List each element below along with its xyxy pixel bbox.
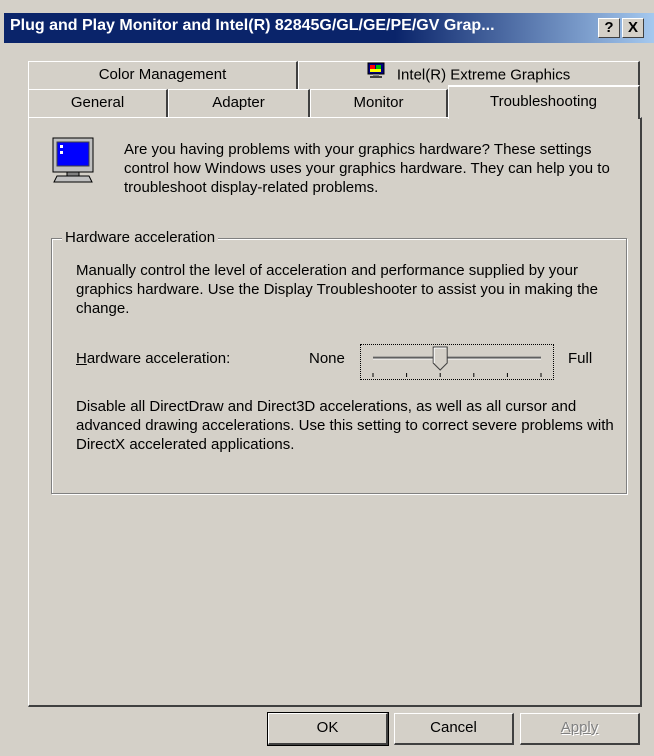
apply-button[interactable]: Apply xyxy=(520,713,640,745)
intel-graphics-icon xyxy=(367,62,387,89)
tab-label: General xyxy=(70,94,125,111)
hardware-acceleration-group: Hardware acceleration Manually control t… xyxy=(51,228,627,494)
tab-color-management[interactable]: Color Management xyxy=(28,61,298,89)
slider-min-label: None xyxy=(309,350,345,367)
display-properties-dialog: Plug and Play Monitor and Intel(R) 82845… xyxy=(0,0,654,756)
monitor-icon xyxy=(51,136,95,190)
acceleration-level-description: Disable all DirectDraw and Direct3D acce… xyxy=(76,398,614,453)
slider-thumb xyxy=(432,346,448,371)
ok-button[interactable]: OK xyxy=(267,712,389,746)
window-title: Plug and Play Monitor and Intel(R) 82845… xyxy=(10,17,495,34)
close-button[interactable]: X xyxy=(622,18,644,38)
title-bar[interactable]: Plug and Play Monitor and Intel(R) 82845… xyxy=(4,13,654,43)
tab-label: Troubleshooting xyxy=(489,93,597,110)
tab-label: Monitor xyxy=(353,94,404,111)
group-description: Manually control the level of accelerati… xyxy=(76,262,598,317)
tab-troubleshooting[interactable]: Troubleshooting xyxy=(448,85,640,119)
help-button[interactable]: ? xyxy=(598,18,620,38)
tab-label: Color Management xyxy=(98,66,227,83)
cancel-button[interactable]: Cancel xyxy=(394,713,514,745)
tab-label: Adapter xyxy=(212,94,265,111)
tab-adapter[interactable]: Adapter xyxy=(168,89,310,117)
slider-max-label: Full xyxy=(568,350,593,367)
tab-general[interactable]: General xyxy=(28,89,168,117)
hardware-acceleration-slider[interactable] xyxy=(360,344,554,380)
group-title: Hardware acceleration xyxy=(62,228,219,248)
intro-text: Are you having problems with your graphi… xyxy=(124,141,610,196)
tab-monitor[interactable]: Monitor xyxy=(310,89,448,117)
hardware-acceleration-label: Hardware acceleration: xyxy=(76,350,231,367)
tab-label: Intel(R) Extreme Graphics xyxy=(396,66,571,84)
troubleshooting-panel: Are you having problems with your graphi… xyxy=(28,117,642,707)
